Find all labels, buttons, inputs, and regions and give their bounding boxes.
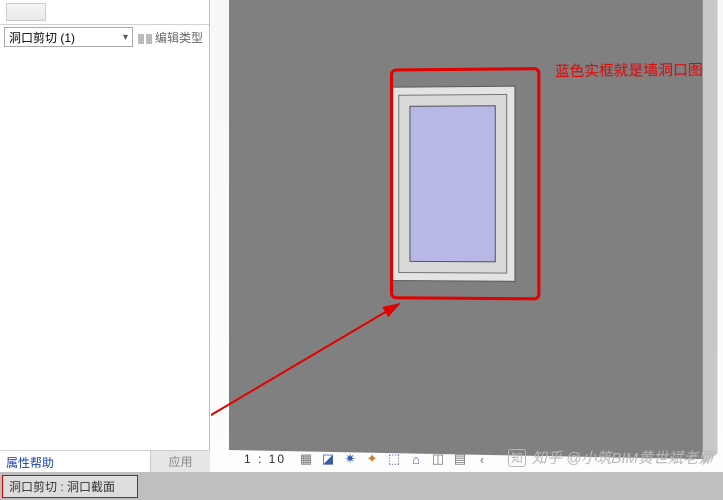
- properties-panel: 洞口剪切 (1) ▾ 编辑类型 属性帮助 应用: [0, 0, 210, 472]
- properties-help-link[interactable]: 属性帮助: [0, 451, 150, 472]
- type-selector-value: 洞口剪切 (1): [9, 29, 75, 46]
- visual-style-icon[interactable]: ◪: [320, 451, 336, 467]
- chevron-down-icon: ▾: [123, 32, 128, 43]
- crop-region-icon[interactable]: ⌂: [408, 451, 424, 467]
- type-selector[interactable]: 洞口剪切 (1) ▾: [4, 27, 133, 47]
- shadows-icon[interactable]: ✦: [364, 451, 380, 467]
- view-scale[interactable]: 1 : 10: [238, 452, 292, 466]
- edit-type-button[interactable]: 编辑类型: [136, 29, 205, 46]
- model-viewport[interactable]: 蓝色实框就是墙洞口图元: [211, 0, 723, 472]
- view-control-bar: 1 : 10 ▦ ◪ ✷ ✦ ⬚ ⌂ ◫ ▤ ‹: [238, 448, 490, 470]
- rendering-icon[interactable]: ⬚: [386, 451, 402, 467]
- annotation-text: 蓝色实框就是墙洞口图元: [555, 59, 718, 81]
- model-graphics-icon[interactable]: ▦: [298, 451, 314, 467]
- wall-opening-element: [390, 86, 515, 282]
- wall-element: 蓝色实框就是墙洞口图元: [229, 0, 703, 459]
- status-bar: 洞口剪切 : 洞口截面: [0, 472, 723, 500]
- status-selection-text: 洞口剪切 : 洞口截面: [2, 475, 138, 498]
- properties-body: [0, 48, 209, 450]
- hide-isolate-icon[interactable]: ◫: [430, 451, 446, 467]
- apply-button[interactable]: 应用: [150, 451, 210, 472]
- opening-glass: [409, 105, 495, 262]
- edit-type-label: 编辑类型: [155, 29, 203, 46]
- properties-footer: 属性帮助 应用: [0, 450, 210, 472]
- type-thumbnail-row: [0, 0, 209, 25]
- more-icon[interactable]: ‹: [474, 451, 490, 467]
- sun-path-icon[interactable]: ✷: [342, 451, 358, 467]
- type-thumbnail: [6, 3, 46, 21]
- reveal-hidden-icon[interactable]: ▤: [452, 451, 468, 467]
- edit-type-icon: [138, 30, 152, 44]
